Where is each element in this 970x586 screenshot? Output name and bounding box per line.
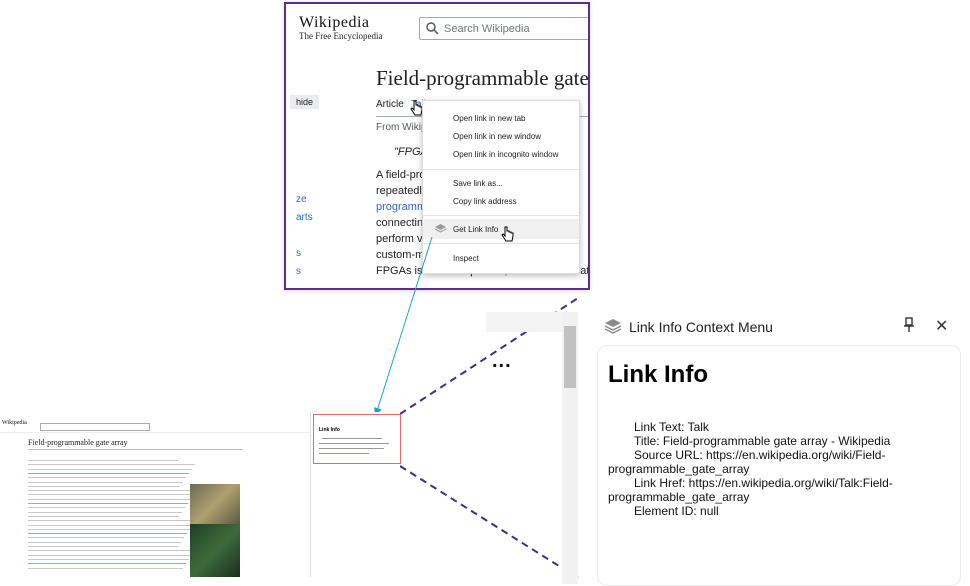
body-line: perform va bbox=[376, 233, 429, 245]
mini-text-line bbox=[28, 537, 184, 539]
scrollbar-thumb[interactable] bbox=[564, 326, 576, 388]
mini-text-line bbox=[28, 567, 183, 569]
mini-popup-line bbox=[322, 438, 382, 439]
search-placeholder: Search Wikipedia bbox=[444, 23, 530, 35]
panel-title: Link Info Context Menu bbox=[629, 319, 773, 335]
link-info-heading: Link Info bbox=[608, 361, 708, 388]
mini-text-line bbox=[28, 494, 194, 496]
menu-separator bbox=[423, 243, 579, 244]
layers-icon bbox=[435, 224, 446, 233]
mini-search bbox=[40, 423, 150, 431]
link-href-line-cont: programmable_gate_array bbox=[608, 490, 750, 504]
mini-text-line bbox=[28, 524, 193, 526]
mini-popup-line bbox=[319, 448, 384, 449]
menu-separator bbox=[423, 169, 579, 170]
menu-get-link-info[interactable]: Get Link Info bbox=[453, 225, 498, 234]
sidebar-link[interactable]: ze bbox=[296, 194, 307, 205]
mini-text-line bbox=[28, 507, 185, 509]
menu-open-new-window[interactable]: Open link in new window bbox=[453, 132, 541, 141]
hand-cursor-icon bbox=[501, 226, 514, 242]
source-url-line-cont: programmable_gate_array bbox=[608, 462, 750, 476]
body-line: repeatedly bbox=[376, 185, 428, 197]
source-url-line: Source URL: https://en.wikipedia.org/wik… bbox=[634, 448, 886, 462]
ellipsis-indicator: ... bbox=[492, 350, 512, 372]
title-line: Title: Field-programmable gate array - W… bbox=[634, 434, 891, 448]
menu-separator bbox=[423, 215, 579, 216]
mini-text-line bbox=[28, 477, 186, 479]
body-link[interactable]: programm bbox=[376, 199, 426, 215]
mini-text-line bbox=[28, 511, 182, 513]
body-line: A field-pro bbox=[376, 169, 426, 181]
mini-fpga-image bbox=[190, 484, 240, 524]
hide-button[interactable]: hide bbox=[290, 95, 320, 109]
mini-text-line bbox=[28, 563, 186, 565]
pin-icon[interactable] bbox=[902, 317, 916, 333]
mini-text-line bbox=[28, 533, 187, 535]
page-title: Field-programmable gate bbox=[376, 66, 589, 90]
wikipedia-wordmark[interactable]: Wikipedia bbox=[299, 14, 370, 32]
search-input[interactable]: Search Wikipedia bbox=[419, 17, 588, 40]
mini-text-line bbox=[28, 558, 189, 560]
zoom-wikipedia-context-view: Wikipedia The Free Encyclopedia Search W… bbox=[284, 2, 590, 290]
sidebar-link[interactable]: s bbox=[296, 248, 301, 259]
menu-copy-link[interactable]: Copy link address bbox=[453, 197, 517, 206]
mini-text-line bbox=[28, 490, 197, 492]
sidebar-link[interactable]: s bbox=[296, 266, 301, 277]
menu-open-new-tab[interactable]: Open link in new tab bbox=[453, 114, 526, 123]
tab-article[interactable]: Article bbox=[376, 99, 404, 110]
mini-text-line bbox=[28, 481, 183, 483]
mini-chip-image bbox=[190, 524, 240, 577]
menu-inspect[interactable]: Inspect bbox=[453, 254, 479, 263]
mini-text-line bbox=[28, 515, 179, 517]
context-menu: Open link in new tab Open link in new wi… bbox=[422, 100, 580, 274]
mini-text-line bbox=[28, 472, 189, 474]
sidebar-link[interactable]: arts bbox=[296, 212, 313, 223]
mini-text-line bbox=[28, 546, 178, 547]
mini-panel-border bbox=[310, 412, 311, 577]
mini-article-title: Field-programmable gate array bbox=[28, 438, 128, 447]
mini-tabs-line bbox=[28, 449, 243, 450]
mini-text-line bbox=[28, 498, 191, 500]
search-icon bbox=[426, 22, 439, 35]
mini-text-line bbox=[28, 520, 196, 522]
mini-text-line bbox=[28, 485, 180, 487]
mini-text-line bbox=[28, 554, 192, 556]
close-icon[interactable]: ✕ bbox=[935, 316, 948, 336]
mini-divider bbox=[0, 432, 310, 433]
mini-text-line bbox=[28, 541, 181, 543]
mini-appearance-panel bbox=[250, 452, 280, 512]
menu-save-link[interactable]: Save link as... bbox=[453, 179, 503, 188]
mini-wordmark: Wikipedia bbox=[2, 420, 27, 426]
mini-popup-title: Link Info bbox=[319, 427, 340, 433]
mini-text-line bbox=[28, 468, 192, 470]
link-text-line: Link Text: Talk bbox=[634, 420, 709, 434]
mini-popup-line bbox=[319, 453, 369, 454]
mini-text-line bbox=[28, 464, 195, 466]
mini-text-line bbox=[28, 528, 190, 530]
link-href-line: Link Href: https://en.wikipedia.org/wiki… bbox=[634, 476, 893, 490]
layers-icon bbox=[604, 319, 622, 334]
mini-link-info-popup: Link Info bbox=[313, 414, 401, 464]
mini-text-line bbox=[28, 503, 188, 504]
element-id-line: Element ID: null bbox=[634, 504, 719, 518]
menu-open-incognito[interactable]: Open link in incognito window bbox=[453, 150, 558, 159]
dashed-line-bottom bbox=[399, 465, 579, 579]
wikipedia-tagline: The Free Encyclopedia bbox=[299, 31, 383, 41]
mini-text-line bbox=[28, 460, 178, 461]
mini-popup-line bbox=[319, 443, 389, 444]
mini-text-line bbox=[28, 550, 195, 552]
